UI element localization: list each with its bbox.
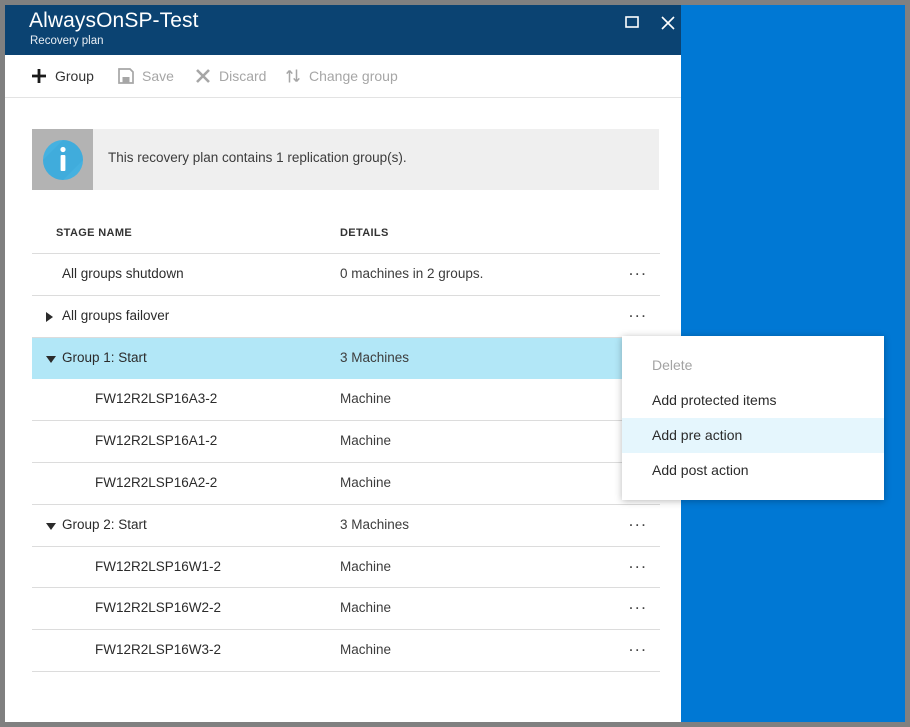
info-circle-icon [32,129,93,190]
info-bar: This recovery plan contains 1 replicatio… [32,129,659,190]
cell-details: 3 Machines [340,349,410,365]
chevron-down-icon[interactable] [46,355,56,363]
row-more-actions-icon[interactable]: ... [622,512,654,536]
cell-stage-name: FW12R2LSP16A3-2 [95,391,218,407]
column-header-stage-name: STAGE NAME [56,227,133,239]
x-cross-icon [195,68,211,84]
command-bar: Group Save Discard Change group [5,55,681,98]
recovery-plan-blade: AlwaysOnSP-Test Recovery plan Group Save… [5,5,681,722]
blade-title-bar: AlwaysOnSP-Test Recovery plan [5,5,681,55]
table-body: All groups shutdown 0 machines in 2 group… [32,254,660,672]
row-context-menu: Delete Add protected items Add pre action A… [622,336,884,500]
table-row[interactable]: Group 1: Start3 Machines... [32,337,660,380]
table-row[interactable]: All groups shutdown 0 machines in 2 group… [32,254,660,296]
maximize-icon[interactable] [617,11,647,37]
menu-item-delete: Delete [652,357,693,373]
menu-item-add-protected-items[interactable]: Add protected items [622,383,884,418]
cell-stage-name: FW12R2LSP16W3-2 [95,642,222,658]
cell-stage-name: FW12R2LSP16A2-2 [95,474,218,490]
column-header-details: DETAILS [340,227,389,239]
table-row[interactable]: FW12R2LSP16W3-2 Machine... [32,630,660,672]
discard-label: Discard [219,68,267,84]
cell-details: Machine [340,642,392,658]
change-group-label: Change group [309,68,398,84]
cell-stage-name: All groups failover [46,308,169,323]
save-disk-icon [118,68,134,84]
info-message: This recovery plan contains 1 replicatio… [108,150,407,165]
save-button[interactable]: Save [118,55,174,97]
table-row[interactable]: Group 2: Start 3 Machines... [32,505,660,547]
cell-stage-name: Group 2: Start [46,517,147,532]
cell-stage-name: All groups shutdown [62,266,184,281]
cell-stage-name: Group 1: Start [46,350,147,365]
cell-stage-name: FW12R2LSP16W1-2 [95,558,222,574]
row-more-actions-icon[interactable]: ... [622,595,654,619]
row-more-actions-icon[interactable]: ... [622,554,654,578]
row-more-actions-icon[interactable]: ... [622,637,654,661]
cell-stage-name: FW12R2LSP16A1-2 [95,433,218,449]
cell-details: Machine [340,391,392,407]
menu-item-add-pre-action[interactable]: Add pre action [622,418,884,453]
cell-details: Machine [340,600,392,616]
plus-icon [31,68,47,84]
page-subtitle: Recovery plan [30,35,104,47]
discard-button[interactable]: Discard [195,55,266,97]
cell-stage-name: FW12R2LSP16W2-2 [95,600,222,616]
add-group-button[interactable]: Group [31,55,94,97]
save-label: Save [142,68,174,84]
cell-details: 3 Machines [340,516,410,532]
change-group-button[interactable]: Change group [285,55,398,97]
row-more-actions-icon[interactable]: ... [622,303,654,327]
table-header-row: STAGE NAME DETAILS [32,217,660,254]
cell-details: Machine [340,474,392,490]
table-row[interactable]: FW12R2LSP16W2-2 Machine... [32,588,660,631]
table-row[interactable]: FW12R2LSP16A1-2Machine... [32,421,660,463]
stages-table: STAGE NAME DETAILS All groups shutdown 0 … [32,217,660,672]
screen: AlwaysOnSP-Test Recovery plan Group Save… [0,0,910,727]
table-row[interactable]: FW12R2LSP16W1-2 Machine... [32,547,660,589]
swap-arrows-icon [285,68,301,84]
page-title: AlwaysOnSP-Test [29,9,199,32]
cell-details: Machine [340,433,392,449]
table-row[interactable]: All groups failover... [32,296,660,338]
cell-details: 0 machines in 2 groups. [340,266,484,281]
table-row[interactable]: FW12R2LSP16A2-2Machine... [32,463,660,505]
table-row[interactable]: FW12R2LSP16A3-2Machine... [32,379,660,422]
close-icon[interactable] [653,11,681,37]
chevron-down-icon[interactable] [46,522,56,530]
row-more-actions-icon[interactable]: ... [622,261,654,285]
add-group-label: Group [55,68,94,84]
chevron-right-icon[interactable] [46,311,53,322]
menu-item-add-post-action[interactable]: Add post action [622,453,884,488]
cell-details: Machine [340,558,392,574]
